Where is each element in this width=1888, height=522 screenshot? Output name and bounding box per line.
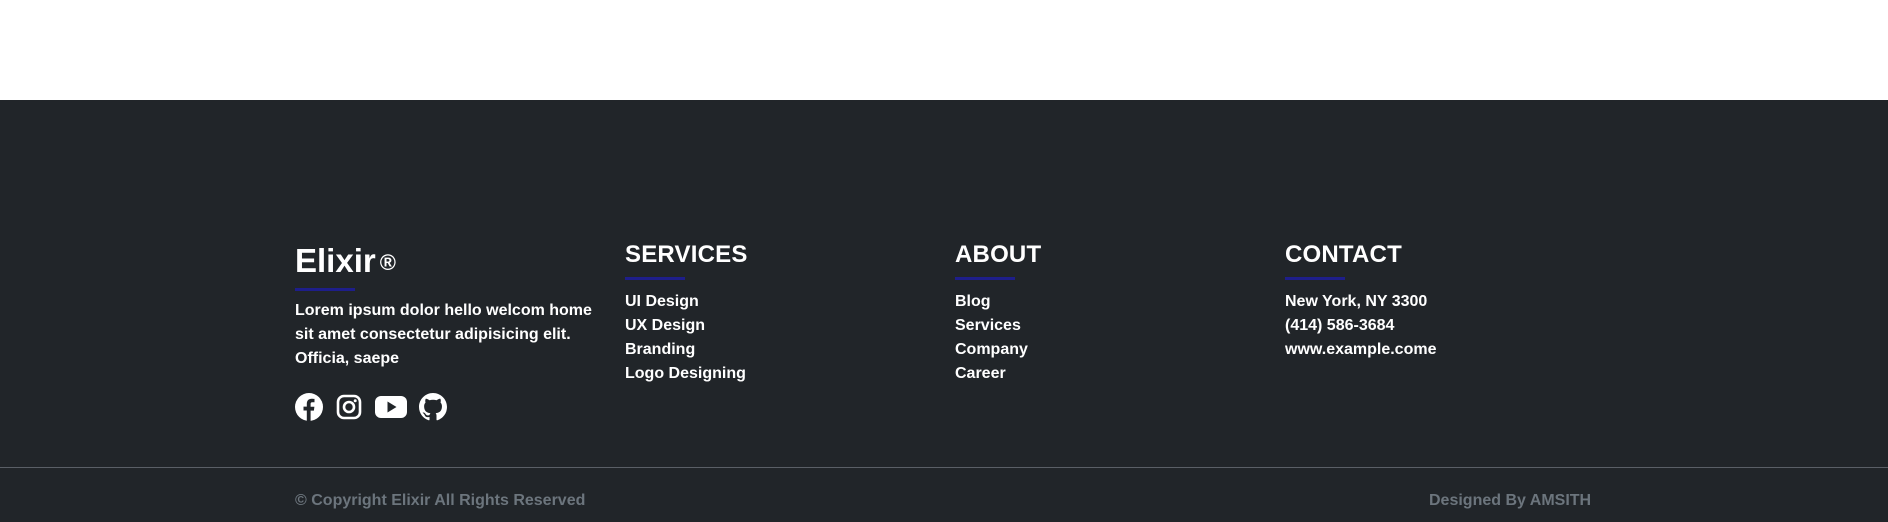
youtube-icon — [375, 396, 407, 418]
github-link[interactable] — [419, 393, 447, 421]
about-link-blog[interactable]: Blog — [955, 290, 1041, 314]
footer-brand-column: Elixir ® Lorem ipsum dolor hello welcom h… — [295, 241, 595, 421]
designed-by-text: Designed By AMSITH — [1429, 492, 1592, 509]
contact-list: New York, NY 3300 (414) 586-3684 www.exa… — [1285, 290, 1436, 362]
about-list: Blog Services Company Career — [955, 290, 1041, 386]
contact-address: New York, NY 3300 — [1285, 293, 1428, 310]
services-link-ui-design[interactable]: UI Design — [625, 290, 748, 314]
footer-services-column: SERVICES UI Design UX Design Branding Lo… — [625, 241, 748, 386]
about-underline — [955, 277, 1015, 280]
contact-phone[interactable]: (414) 586-3684 — [1285, 314, 1436, 338]
services-underline — [625, 277, 685, 280]
contact-heading: CONTACT — [1285, 241, 1402, 268]
services-list: UI Design UX Design Branding Logo Design… — [625, 290, 748, 386]
about-link-career[interactable]: Career — [955, 362, 1041, 386]
contact-website[interactable]: www.example.come — [1285, 338, 1436, 362]
instagram-icon — [336, 394, 362, 420]
brand-description: Lorem ipsum dolor hello welcom home sit … — [295, 302, 592, 367]
social-links — [295, 393, 595, 421]
github-icon — [419, 393, 447, 421]
brand-name[interactable]: Elixir — [295, 242, 376, 279]
services-heading: SERVICES — [625, 241, 748, 268]
registered-mark: ® — [379, 250, 396, 275]
site-footer: Elixir ® Lorem ipsum dolor hello welcom h… — [0, 100, 1888, 522]
about-heading: ABOUT — [955, 241, 1042, 268]
services-link-ux-design[interactable]: UX Design — [625, 314, 748, 338]
copyright-text: © Copyright Elixir All Rights Reserved — [295, 492, 586, 509]
contact-underline — [1285, 277, 1345, 280]
footer-about-column: ABOUT Blog Services Company Career — [955, 241, 1041, 386]
services-link-logo-designing[interactable]: Logo Designing — [625, 362, 748, 386]
services-link-branding[interactable]: Branding — [625, 338, 748, 362]
youtube-link[interactable] — [375, 393, 407, 421]
brand-title[interactable]: Elixir ® — [295, 241, 595, 285]
about-link-company[interactable]: Company — [955, 338, 1041, 362]
facebook-link[interactable] — [295, 393, 323, 421]
brand-underline — [295, 288, 355, 291]
instagram-link[interactable] — [335, 393, 363, 421]
page-top-area — [0, 0, 1888, 100]
footer-contact-column: CONTACT New York, NY 3300 (414) 586-3684… — [1285, 241, 1436, 362]
facebook-icon — [295, 393, 323, 421]
footer-divider — [0, 467, 1888, 468]
about-link-services[interactable]: Services — [955, 314, 1041, 338]
